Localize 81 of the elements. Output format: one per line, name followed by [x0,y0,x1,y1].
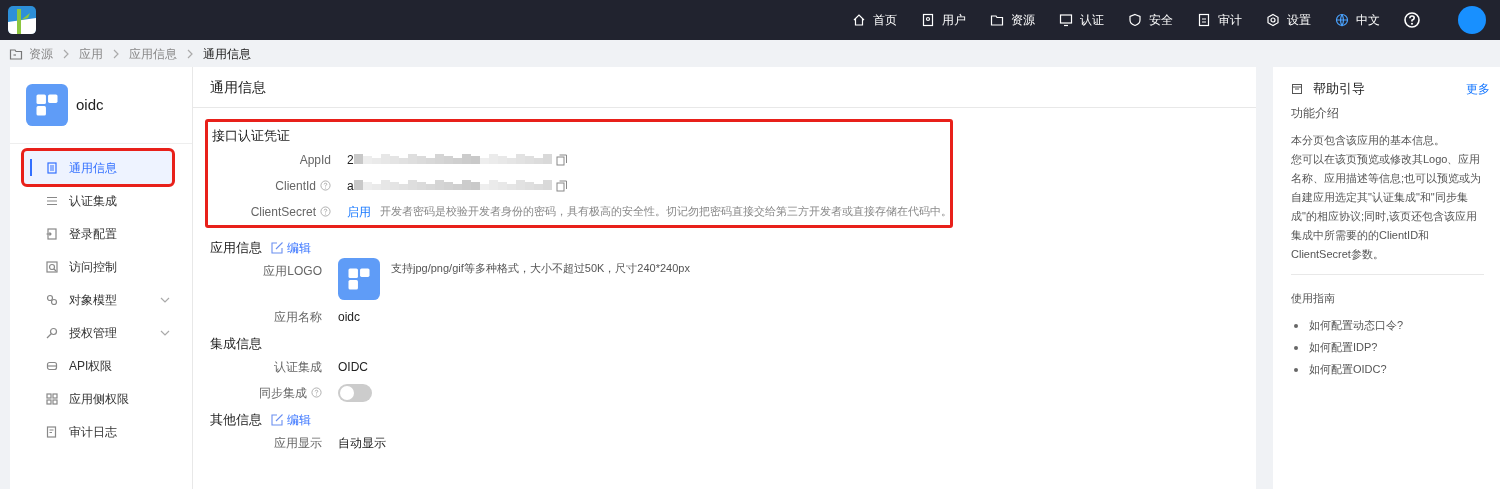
secret-note: 开发者密码是校验开发者身份的密码，具有极高的安全性。切记勿把密码直接交给第三方开发者或直接存储在代码中。 [380,203,952,219]
enable-link[interactable]: 启用 [347,202,371,221]
field-value: OIDC [338,358,368,376]
field-label: 应用LOGO [263,262,322,280]
intro-paragraph: 您可以在该页预览或修改其Logo、应用名称、应用描述等信息;也可以预览或为自建应用选定其"认证集成"和"同步集成"的相应协议;同时,该页还包含该应用集成中所需要的的ClientID和ClientSecret参数。 [1291,152,1483,262]
sidebar-item[interactable]: 登录配置 [10,217,192,250]
document-icon [1197,13,1211,27]
guide-title: 使用指南 [1291,291,1336,306]
document-icon [45,160,59,175]
section-title: 集成信息 [210,334,262,353]
log-icon [45,424,59,439]
monitor-icon [1059,13,1073,27]
sidebar-item[interactable]: API权限 [10,349,192,382]
copy-icon[interactable] [555,153,568,166]
grid-icon [45,391,59,406]
bullet-icon [1294,367,1298,372]
edit-icon [271,413,284,426]
user-avatar[interactable] [1458,6,1486,34]
sidebar-item[interactable]: 审计日志 [10,415,192,448]
sidebar-item[interactable]: 访问控制 [10,250,192,283]
toggle-switch[interactable] [338,383,372,402]
copy-icon[interactable] [555,179,568,192]
bullet-icon [1294,345,1298,350]
bullet-icon [1294,323,1298,328]
field-label: 同步集成 [259,384,307,402]
sidebar-item[interactable]: 应用侧权限 [10,382,192,415]
field-value: 2 [347,151,354,169]
nav-item[interactable]: 资源 [990,11,1035,29]
login-icon [45,226,59,241]
sidebar-item[interactable]: 认证集成 [10,184,192,217]
section-title: 应用信息 [210,238,262,257]
field-label: ClientId [275,177,316,195]
intro-title: 功能介绍 [1291,105,1340,122]
key-icon [45,325,59,340]
app-icon [26,84,68,126]
edit-link[interactable]: 编辑 [271,238,311,257]
guide-link[interactable]: 如何配置动态口令? [1309,317,1404,334]
panel-title: 帮助引导 [1313,79,1365,98]
circles-icon [45,292,59,307]
section-title: 其他信息 [210,410,262,429]
nav-item[interactable]: 首页 [852,11,897,29]
field-value: oidc [338,308,360,326]
field-value: a [347,177,354,195]
globe-icon [1335,13,1349,27]
nav-item[interactable]: 用户 [921,11,966,29]
page-title: 通用信息 [210,77,266,97]
breadcrumb-current: 通用信息 [203,45,251,63]
field-label: AppId [299,151,331,169]
nav-item[interactable]: 认证 [1059,11,1104,29]
nav-item[interactable]: 设置 [1266,11,1311,29]
edit-link[interactable]: 编辑 [271,410,311,429]
nav-item[interactable]: 安全 [1128,11,1173,29]
user-card-icon [921,13,935,27]
guide-link[interactable]: 如何配置IDP? [1309,339,1378,356]
nav-item[interactable]: 中文 [1335,11,1380,29]
field-label: 应用名称 [274,308,322,326]
folder-icon [9,46,23,61]
folder-icon [990,13,1004,27]
logo-note: 支持jpg/png/gif等多种格式，大小不超过50K，尺寸240*240px [391,260,690,276]
app-logo[interactable] [8,6,36,34]
field-value: 自动显示 [338,434,386,452]
app-name: oidc [76,94,104,115]
field-label: 认证集成 [274,358,322,376]
edit-icon [271,241,284,254]
shield-icon [1128,13,1142,27]
sidebar-item[interactable]: 对象模型 [10,283,192,316]
sidebar-item[interactable]: 授权管理 [10,316,192,349]
settings-icon [1266,13,1280,27]
sidebar-item[interactable]: 通用信息 [24,151,172,184]
field-label: 应用显示 [274,434,322,452]
more-link[interactable]: 更多 [1466,79,1490,98]
home-icon [852,13,866,27]
field-label: ClientSecret [250,203,316,221]
scan-icon [45,259,59,274]
book-icon [1291,82,1303,95]
intro-paragraph: 本分页包含该应用的基本信息。 [1291,133,1446,148]
section-title: 接口认证凭证 [212,127,291,145]
help-icon[interactable] [1404,12,1420,28]
app-logo [338,257,380,300]
guide-link[interactable]: 如何配置OIDC? [1309,361,1387,378]
nav-item[interactable]: 审计 [1197,11,1242,29]
